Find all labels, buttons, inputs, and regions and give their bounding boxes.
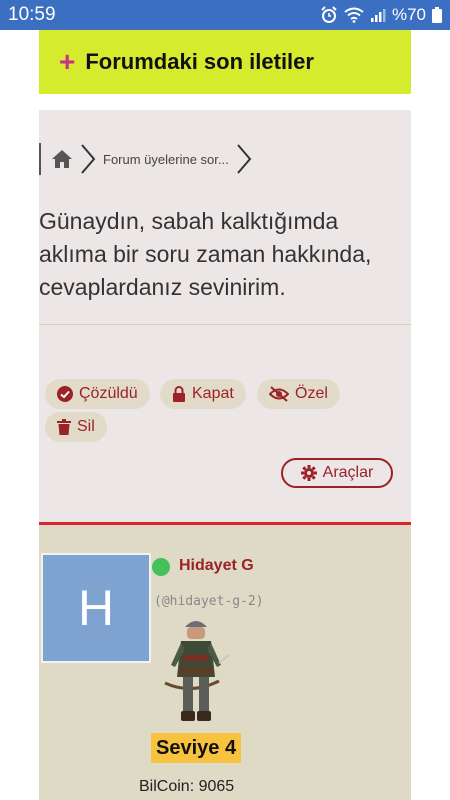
private-label: Özel <box>295 385 328 402</box>
solved-button[interactable]: Çözüldü <box>45 379 150 409</box>
tools-label: Araçlar <box>322 464 374 481</box>
forum-header-title: Forumdaki son iletiler <box>85 49 314 74</box>
solved-label: Çözüldü <box>79 385 138 402</box>
eye-slash-icon <box>269 386 289 402</box>
breadcrumb: Forum üyelerine sor... <box>39 134 259 184</box>
plus-icon: + <box>59 46 76 77</box>
battery-percent: %70 <box>391 5 426 24</box>
gear-icon <box>300 465 317 481</box>
close-button[interactable]: Kapat <box>160 379 246 409</box>
status-time: 10:59 <box>8 4 56 25</box>
user-card: H Hidayet G (@hidayet-g-2) Seviye 4 BilC… <box>39 525 411 800</box>
post-body: Günaydın, sabah kalktığımda aklıma bir s… <box>39 208 372 300</box>
avatar-letter: H <box>77 580 115 636</box>
character-avatar-image <box>164 621 230 721</box>
status-bar: 10:59 %70 <box>0 0 450 30</box>
check-circle-icon <box>57 386 73 402</box>
signal-icon <box>370 9 386 22</box>
battery-icon <box>432 7 442 23</box>
tools-button[interactable]: Araçlar <box>281 458 393 488</box>
wifi-icon <box>344 7 364 23</box>
delete-label: Sil <box>77 418 95 435</box>
post-card: Forum üyelerine sor... Günaydın, sabah k… <box>39 110 411 524</box>
private-button[interactable]: Özel <box>257 379 340 409</box>
chevron-right-icon <box>81 144 96 174</box>
status-icons: %70 <box>320 5 442 25</box>
close-label: Kapat <box>192 385 234 402</box>
username[interactable]: Hidayet G <box>179 557 254 575</box>
breadcrumb-edge <box>39 143 41 175</box>
breadcrumb-item[interactable]: Forum üyelerine sor... <box>103 152 229 167</box>
online-status-icon <box>152 558 170 576</box>
lock-icon <box>173 386 185 402</box>
delete-button[interactable]: Sil <box>45 412 107 442</box>
forum-latest-posts-header[interactable]: + Forumdaki son iletiler <box>39 30 411 94</box>
avatar[interactable]: H <box>41 553 151 663</box>
home-icon[interactable] <box>51 149 73 169</box>
user-handle: (@hidayet-g-2) <box>154 594 264 609</box>
level-badge: Seviye 4 <box>151 733 242 763</box>
bilcoin-balance: BilCoin: 9065 <box>139 778 235 795</box>
alarm-icon <box>321 6 337 23</box>
chevron-right-icon <box>236 144 252 174</box>
trash-icon <box>57 419 71 435</box>
divider <box>39 324 411 325</box>
